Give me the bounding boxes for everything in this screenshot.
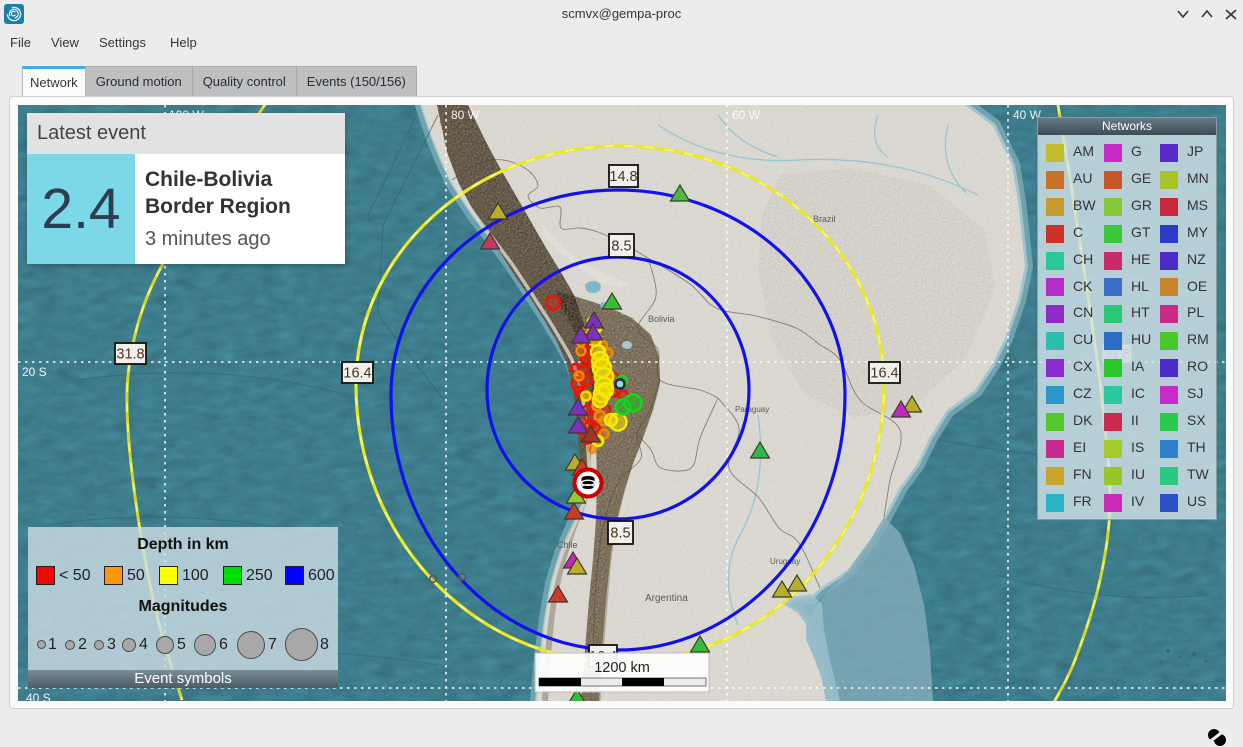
- svg-text:31.8: 31.8: [116, 347, 144, 363]
- svg-text:Chile: Chile: [557, 540, 578, 550]
- svg-text:Uruguay: Uruguay: [770, 557, 800, 566]
- svg-text:40 S: 40 S: [26, 691, 51, 701]
- svg-text:8.5: 8.5: [610, 526, 630, 542]
- svg-text:Brazil: Brazil: [813, 214, 836, 224]
- svg-text:60 W: 60 W: [732, 108, 761, 122]
- svg-text:Bolivia: Bolivia: [648, 314, 675, 324]
- svg-text:Paraguay: Paraguay: [735, 405, 769, 414]
- svg-text:14.8: 14.8: [609, 169, 637, 185]
- svg-text:16.4: 16.4: [870, 366, 898, 382]
- svg-text:16.4: 16.4: [343, 366, 371, 382]
- svg-text:1200 km: 1200 km: [594, 660, 650, 676]
- svg-text:80 W: 80 W: [451, 108, 480, 122]
- svg-text:Argentina: Argentina: [645, 593, 688, 604]
- svg-text:20 S: 20 S: [22, 365, 47, 379]
- svg-text:8.5: 8.5: [611, 239, 631, 255]
